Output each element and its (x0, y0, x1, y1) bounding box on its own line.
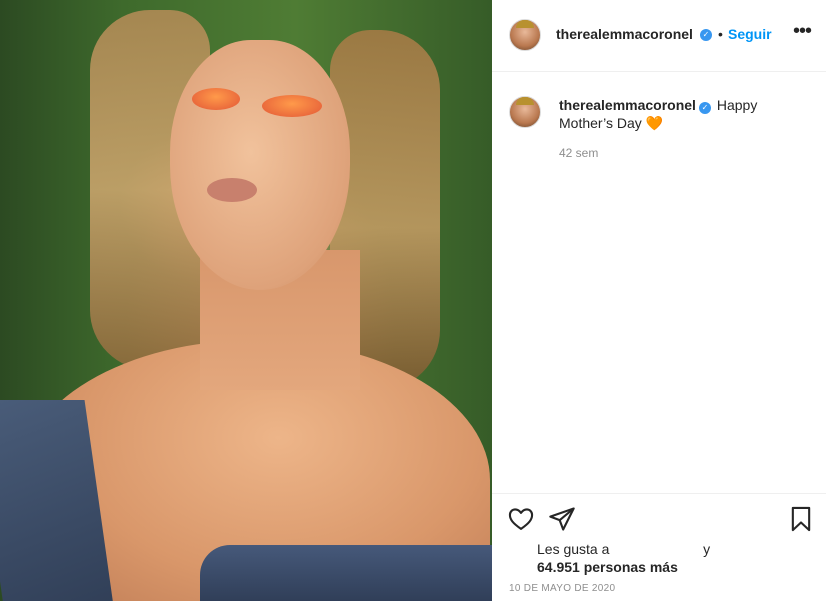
caption-text: therealemmacoronel ✓ Happy Mother’s Day 🧡 (559, 96, 809, 132)
photo-eyeshadow-left (192, 88, 240, 110)
author-username[interactable]: therealemmacoronel (556, 26, 693, 42)
post-side-panel: therealemmacoronel ✓ • Seguir ••• therea… (492, 0, 826, 601)
heart-icon[interactable] (507, 505, 535, 533)
post-actions: Les gusta a y 64.951 personas más 10 DE … (492, 493, 826, 601)
follow-button[interactable]: Seguir (728, 26, 772, 42)
post-header: therealemmacoronel ✓ • Seguir ••• (492, 0, 826, 72)
photo-face (170, 40, 350, 290)
verified-badge-icon: ✓ (700, 29, 712, 41)
likes-connector: y (703, 541, 711, 557)
photo-lips (207, 178, 257, 202)
caption-username[interactable]: therealemmacoronel (559, 97, 696, 113)
author-avatar[interactable] (509, 19, 541, 51)
likers-avatar (508, 542, 532, 566)
post-photo[interactable] (0, 0, 492, 601)
likes-prefix: Les gusta a (537, 541, 610, 557)
caption-verified-badge-icon: ✓ (698, 102, 711, 114)
caption-time-ago[interactable]: 42 sem (559, 146, 598, 160)
likes-count[interactable]: 64.951 personas más (537, 559, 678, 575)
caption-avatar[interactable] (509, 96, 541, 128)
photo-eyeshadow-right (262, 95, 322, 117)
more-options-icon[interactable]: ••• (790, 21, 814, 46)
photo-shirt-bottom (200, 545, 492, 601)
bookmark-icon[interactable] (787, 505, 815, 533)
post-date[interactable]: 10 DE MAYO DE 2020 (509, 583, 615, 594)
header-separator: • (718, 26, 723, 42)
send-icon[interactable] (548, 505, 576, 533)
likes-summary[interactable]: Les gusta a y 64.951 personas más (537, 540, 710, 576)
